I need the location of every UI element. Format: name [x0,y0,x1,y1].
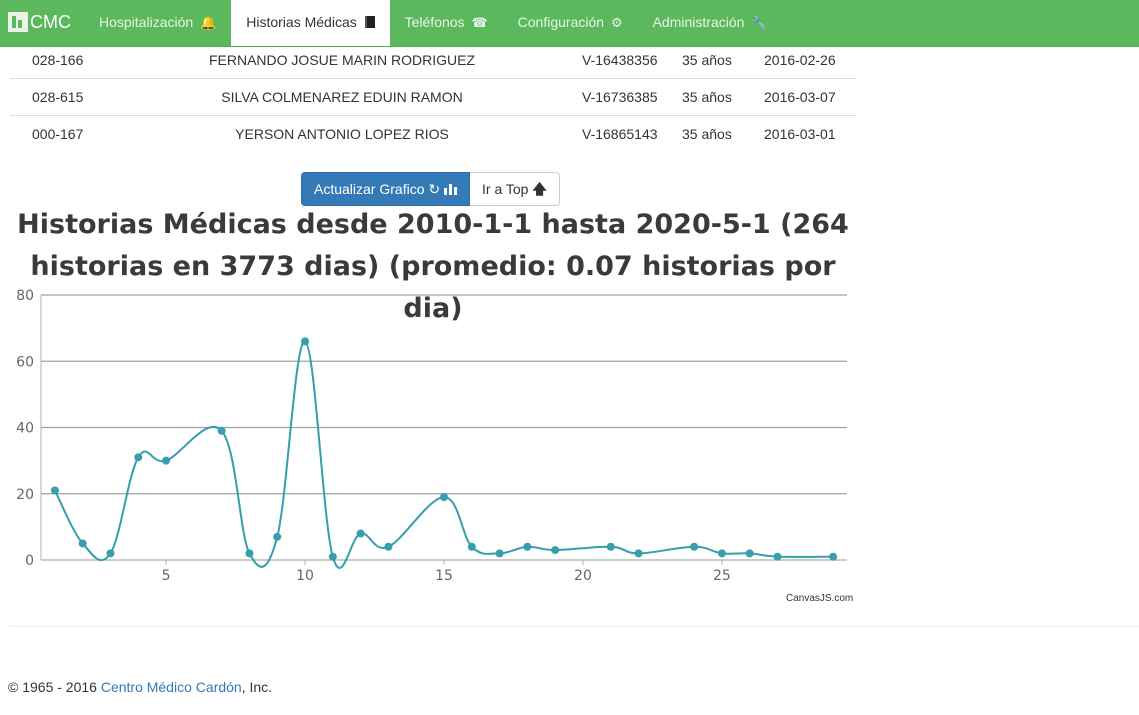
data-point [328,552,337,561]
line-chart: 0 20 40 60 80 5 10 15 20 25 [16,288,847,584]
footer-company-link[interactable]: Centro Médico Cardón [101,679,242,695]
data-point [523,542,532,551]
data-point [606,542,615,551]
brand[interactable]: CMC [8,0,71,46]
y-tick-label: 40 [16,421,34,437]
bar-chart-logo-icon [8,12,28,32]
x-tick-label: 10 [296,568,314,584]
x-tick-label: 25 [713,568,731,584]
patient-name: SILVA COLMENAREZ EDUIN RAMON [182,78,502,116]
patient-id: V-16865143 [502,115,682,152]
data-point [217,426,226,435]
nav-label: Hospitalización [99,14,194,30]
record-number: 028-166 [32,52,84,68]
footer-divider [10,626,1139,627]
data-point [384,542,393,551]
table-row: 000-167 YERSON ANTONIO LOPEZ RIOS V-1686… [10,115,856,152]
data-point [440,493,448,502]
nav-administracion[interactable]: Administración 🔧 [638,0,783,46]
data-point [467,542,476,551]
record-number: 000-167 [10,115,182,152]
nav-label: Configuración [517,14,605,30]
wrench-icon: 🔧 [751,15,768,30]
footer-copyright: © 1965 - 2016 [8,679,101,695]
chart-credit[interactable]: CanvasJS.com [786,593,853,604]
data-point [106,549,115,558]
go-top-button[interactable]: Ir a Top 🡅 [470,172,560,206]
record-date: 2016-02-26 [764,52,836,68]
nav-configuracion[interactable]: Configuración ⚙ [503,0,638,46]
patient-age: 35 años [682,115,752,152]
data-point [634,549,643,558]
x-tick-label: 15 [435,568,453,584]
series-line [54,340,834,569]
data-point [301,337,310,346]
chart-button-group: Actualizar Grafico ↻ Ir a Top 🡅 [301,172,560,206]
x-tick-label: 20 [574,568,592,584]
data-point [245,549,254,558]
brand-name: CMC [30,12,71,32]
nav-label: Administración [652,14,745,30]
update-chart-label: Actualizar Grafico [314,181,425,197]
data-point [78,539,87,548]
main-nav: Hospitalización 🔔 Historias Médicas Telé… [84,0,783,46]
bar-chart-icon [444,184,457,195]
nav-hospitalizacion[interactable]: Hospitalización 🔔 [84,0,231,46]
patient-name: FERNANDO JOSUE MARIN RODRIGUEZ [208,52,475,68]
patient-age: 35 años [682,78,752,116]
y-tick-label: 0 [25,553,34,569]
bell-icon: 🔔 [200,15,217,30]
data-point [717,549,726,558]
record-date: 2016-03-07 [752,78,856,116]
y-tick-label: 60 [16,354,34,370]
nav-historias-medicas[interactable]: Historias Médicas [231,0,390,46]
refresh-icon: ↻ [428,181,441,197]
nav-label: Historias Médicas [246,14,357,30]
patient-id: V-16438356 [582,52,658,68]
data-point [162,456,171,465]
book-icon [364,16,375,28]
data-point [551,546,560,555]
update-chart-button[interactable]: Actualizar Grafico ↻ [301,172,470,206]
x-tick-label: 5 [162,568,171,584]
data-point [50,486,59,495]
y-tick-label: 20 [16,487,34,503]
nav-label: Teléfonos [404,14,465,30]
data-point [773,552,782,561]
record-number: 028-615 [10,78,182,116]
y-tick-label: 80 [16,288,34,304]
data-point [745,549,754,558]
data-point [134,453,143,462]
record-date: 2016-03-01 [752,115,856,152]
go-top-label: Ir a Top [482,181,529,197]
table-row: 028-166 FERNANDO JOSUE MARIN RODRIGUEZ V… [10,42,856,79]
footer: © 1965 - 2016 Centro Médico Cardón, Inc. [8,679,272,695]
data-point [495,549,504,558]
navbar: CMC Hospitalización 🔔 Historias Médicas … [0,0,1139,47]
patient-age: 35 años [682,52,732,68]
data-point [356,529,365,538]
gear-icon: ⚙ [610,15,623,30]
data-point [273,532,282,541]
footer-suffix: , Inc. [241,679,273,695]
patient-name: YERSON ANTONIO LOPEZ RIOS [182,115,502,152]
patient-id: V-16736385 [502,78,682,116]
phone-icon: ☎ [471,15,488,30]
table-row: 028-615 SILVA COLMENAREZ EDUIN RAMON V-1… [10,78,856,116]
nav-telefonos[interactable]: Teléfonos ☎ [390,0,503,46]
arrow-up-icon: 🡅 [532,181,547,197]
data-point [690,542,699,551]
data-point [829,552,838,561]
records-table: 028-166 FERNANDO JOSUE MARIN RODRIGUEZ V… [10,42,856,152]
